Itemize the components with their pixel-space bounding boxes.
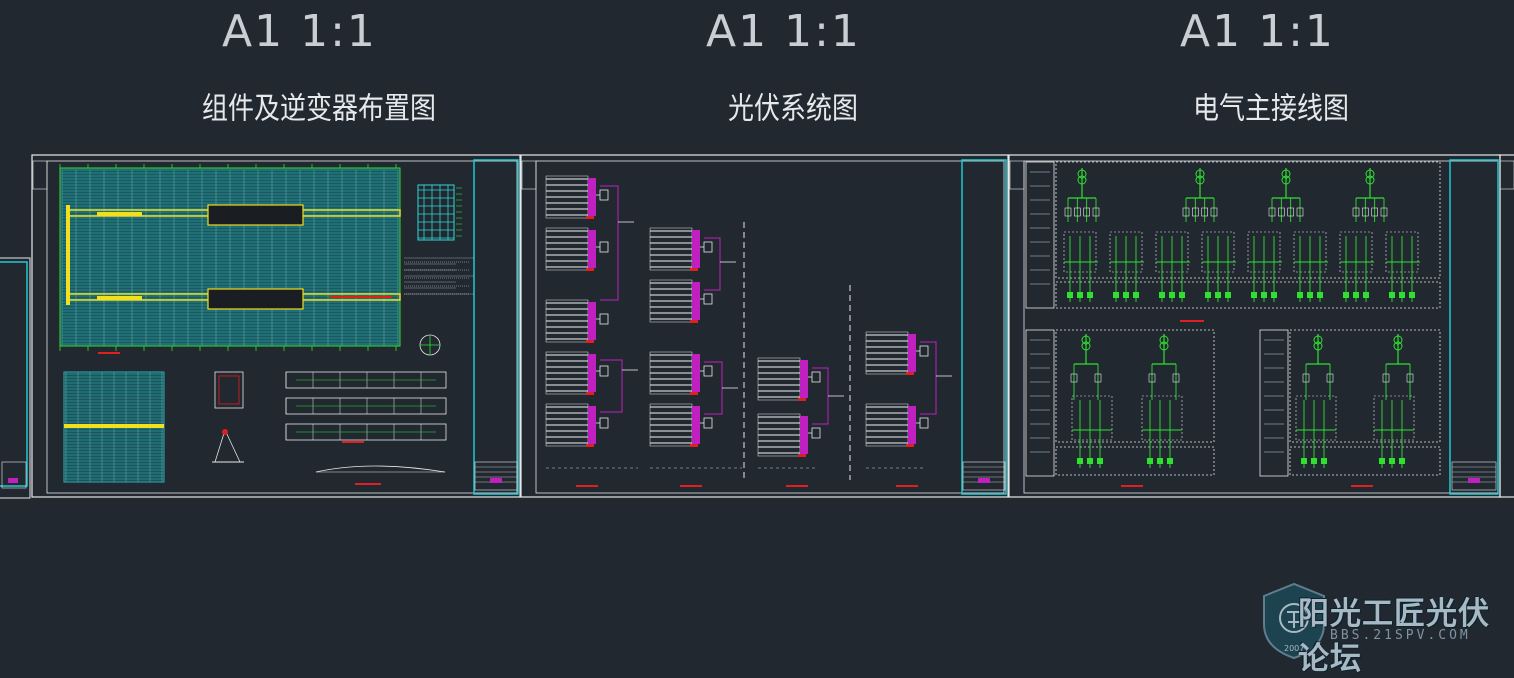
watermark-url: BBS.21SPV.COM <box>1330 628 1471 643</box>
pv-array-layout-main <box>59 164 401 351</box>
main-wiring-single-line-diagram <box>1030 168 1420 468</box>
title-block <box>1451 461 1497 491</box>
cad-model-space[interactable] <box>0 0 1514 662</box>
sheet2-drawing[interactable] <box>520 154 1009 498</box>
pv-string-combiner-groups <box>545 175 952 469</box>
title-block <box>474 461 518 491</box>
sheet3-drawing[interactable] <box>1008 154 1501 498</box>
watermark-year: 2007 <box>1284 644 1305 653</box>
partial-sheet-right <box>1499 154 1514 498</box>
partial-sheet-left <box>0 257 31 499</box>
title-block <box>962 461 1006 491</box>
sheet1-drawing[interactable] <box>31 154 521 498</box>
